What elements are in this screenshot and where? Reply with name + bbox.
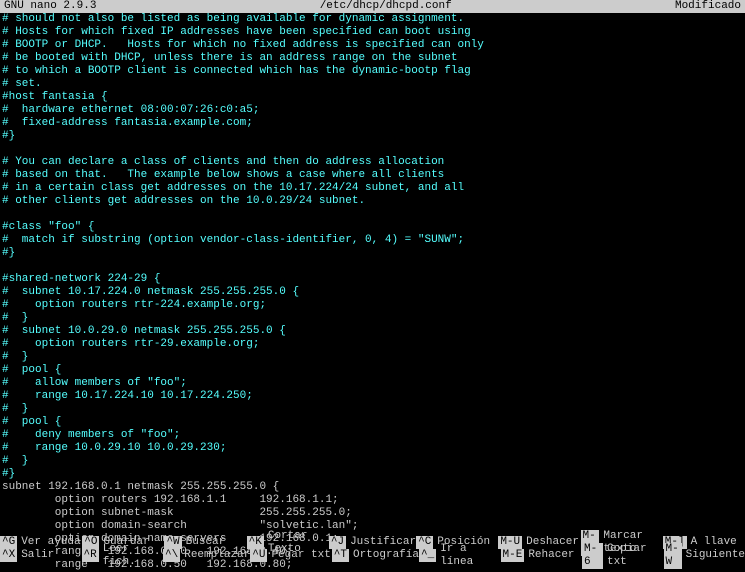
editor-line[interactable]: # You can declare a class of clients and… <box>2 156 745 169</box>
shortcut-item[interactable]: ^_Ir a línea <box>419 549 501 562</box>
editor-line[interactable]: #host fantasia { <box>2 91 745 104</box>
editor-line[interactable]: # match if substring (option vendor-clas… <box>2 234 745 247</box>
editor-line[interactable]: # } <box>2 312 745 325</box>
editor-line[interactable]: # option routers rtr-224.example.org; <box>2 299 745 312</box>
titlebar: GNU nano 2.9.3 /etc/dhcp/dhcpd.conf Modi… <box>0 0 745 13</box>
editor-line[interactable]: # pool { <box>2 364 745 377</box>
editor-line[interactable] <box>2 143 745 156</box>
shortcut-key: M-W <box>664 543 682 569</box>
editor-line[interactable]: # to which a BOOTP client is connected w… <box>2 65 745 78</box>
shortcut-label: Copiar txt <box>607 543 664 569</box>
shortcut-label: Rehacer <box>528 549 574 562</box>
editor-line[interactable]: # should not also be listed as being ava… <box>2 13 745 26</box>
editor-line[interactable]: # option routers rtr-29.example.org; <box>2 338 745 351</box>
editor-line[interactable]: # allow members of "foo"; <box>2 377 745 390</box>
shortcut-item[interactable]: ^RLeer fich. <box>82 549 164 562</box>
shortcut-key: ^T <box>332 549 349 562</box>
editor-line[interactable]: # based on that. The example below shows… <box>2 169 745 182</box>
editor-line[interactable]: # range 10.0.29.10 10.0.29.230; <box>2 442 745 455</box>
shortcut-key: M-U <box>498 536 522 549</box>
editor-line[interactable]: #} <box>2 130 745 143</box>
shortcut-label: Justificar <box>350 536 416 549</box>
shortcut-key: ^U <box>250 549 267 562</box>
editor-line[interactable]: #} <box>2 247 745 260</box>
editor-line[interactable]: # } <box>2 351 745 364</box>
shortcut-label: Buscar <box>186 536 226 549</box>
shortcut-label: Reemplazar <box>184 549 250 562</box>
shortcut-item[interactable]: ^\ Reemplazar <box>163 549 250 562</box>
shortcut-key: ^G <box>0 536 17 549</box>
shortcut-label: A llave <box>691 536 737 549</box>
shortcut-key: ^C <box>416 536 433 549</box>
shortcut-key: ^O <box>82 536 99 549</box>
editor-line[interactable] <box>2 260 745 273</box>
editor-line[interactable]: # be booted with DHCP, unless there is a… <box>2 52 745 65</box>
shortcut-label: Pegar txt <box>271 549 330 562</box>
shortcut-label: Salir <box>21 549 54 562</box>
shortcut-key: ^K <box>247 536 264 549</box>
shortcut-key: ^_ <box>419 549 436 562</box>
editor-line[interactable]: # deny members of "foo"; <box>2 429 745 442</box>
editor-line[interactable] <box>2 208 745 221</box>
editor-line[interactable]: # subnet 10.17.224.0 netmask 255.255.255… <box>2 286 745 299</box>
shortcut-label: Deshacer <box>526 536 579 549</box>
shortcut-item[interactable]: ^U Pegar txt <box>250 549 332 562</box>
editor-line[interactable]: # hardware ethernet 08:00:07:26:c0:a5; <box>2 104 745 117</box>
editor-line[interactable]: # Hosts for which fixed IP addresses hav… <box>2 26 745 39</box>
shortcut-label: Siguiente <box>686 549 745 562</box>
editor-line[interactable]: # set. <box>2 78 745 91</box>
editor-line[interactable]: # pool { <box>2 416 745 429</box>
editor-area[interactable]: # should not also be listed as being ava… <box>0 13 745 572</box>
app-name: GNU nano 2.9.3 <box>0 0 96 13</box>
shortcut-label: Ortografía <box>353 549 419 562</box>
shortcut-label: Leer fich. <box>103 543 163 569</box>
file-path: /etc/dhcp/dhcpd.conf <box>96 0 675 13</box>
shortcut-label: Ir a línea <box>440 543 500 569</box>
shortcut-item[interactable]: M-6Copiar txt <box>582 549 664 562</box>
shortcut-key: ^J <box>329 536 346 549</box>
shortcut-item[interactable]: M-ERehacer <box>501 549 583 562</box>
editor-line[interactable]: # } <box>2 455 745 468</box>
editor-line[interactable]: # fixed-address fantasia.example.com; <box>2 117 745 130</box>
shortcut-item[interactable]: ^J Justificar <box>329 536 416 549</box>
modified-status: Modificado <box>675 0 745 13</box>
shortcut-item[interactable]: ^W Buscar <box>164 536 246 549</box>
shortcut-item[interactable]: ^KCortar Texto <box>247 536 329 549</box>
shortcut-item[interactable]: M-U Deshacer <box>498 536 580 549</box>
shortcut-key: ^\ <box>163 549 180 562</box>
editor-line[interactable]: #class "foo" { <box>2 221 745 234</box>
editor-line[interactable]: subnet 192.168.0.1 netmask 255.255.255.0… <box>2 481 745 494</box>
editor-line[interactable]: #} <box>2 468 745 481</box>
shortcut-item[interactable]: M-WSiguiente <box>664 549 745 562</box>
editor-line[interactable]: # subnet 10.0.29.0 netmask 255.255.255.0… <box>2 325 745 338</box>
shortcut-key: ^X <box>0 549 17 562</box>
editor-line[interactable]: # other clients get addresses on the 10.… <box>2 195 745 208</box>
shortcut-item[interactable]: ^G Ver ayuda <box>0 536 82 549</box>
editor-line[interactable]: # range 10.17.224.10 10.17.224.250; <box>2 390 745 403</box>
editor-line[interactable]: # BOOTP or DHCP. Hosts for which no fixe… <box>2 39 745 52</box>
shortcut-bar: ^GVer ayuda^OGuardar^WBuscar^KCortar Tex… <box>0 536 745 562</box>
shortcut-key: ^R <box>82 549 99 562</box>
shortcut-key: ^W <box>164 536 181 549</box>
shortcut-key: M-6 <box>582 543 603 569</box>
editor-line[interactable]: #shared-network 224-29 { <box>2 273 745 286</box>
shortcut-key: M-E <box>501 549 525 562</box>
editor-line[interactable]: option routers 192.168.1.1 192.168.1.1; <box>2 494 745 507</box>
editor-line[interactable]: # in a certain class get addresses on th… <box>2 182 745 195</box>
shortcut-item[interactable]: ^X Salir <box>0 549 82 562</box>
shortcut-label: Ver ayuda <box>21 536 80 549</box>
shortcut-item[interactable]: ^T Ortografía <box>332 549 419 562</box>
editor-line[interactable]: option subnet-mask 255.255.255.0; <box>2 507 745 520</box>
editor-line[interactable]: # } <box>2 403 745 416</box>
